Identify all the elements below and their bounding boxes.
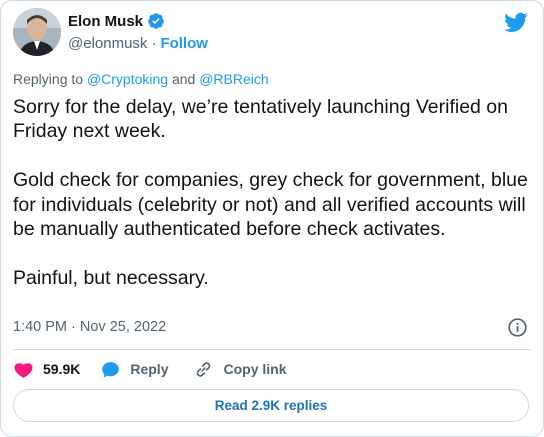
read-replies-label: Read 2.9K replies	[214, 398, 328, 413]
reply-label: Reply	[130, 361, 169, 377]
verified-badge-icon	[147, 12, 165, 30]
twitter-bird-icon[interactable]	[504, 10, 528, 34]
like-button[interactable]: 59.9K	[13, 359, 80, 380]
reply-button[interactable]: Reply	[100, 359, 168, 380]
tweet-paragraph: Gold check for companies, grey check for…	[13, 169, 528, 241]
handle-separator: ·	[151, 35, 157, 52]
tweet-card: Elon Musk @elonmusk · Follow Replying to…	[0, 0, 544, 437]
tweet-paragraph: Painful, but necessary.	[13, 266, 209, 289]
tweet-text: Sorry for the delay, we’re tentatively l…	[13, 95, 533, 290]
tweet-timestamp-link[interactable]: 1:40 PM · Nov 25, 2022	[13, 319, 166, 335]
link-icon	[197, 361, 211, 377]
tweet-paragraph: Sorry for the delay, we’re tentatively l…	[13, 96, 508, 143]
replying-joiner: and	[168, 71, 200, 87]
read-replies-button[interactable]: Read 2.9K replies	[13, 389, 529, 422]
replying-prefix: Replying to	[13, 71, 87, 87]
mention-cryptoking-link[interactable]: @Cryptoking	[87, 71, 168, 87]
mention-rbreich-link[interactable]: @RBReich	[199, 71, 268, 87]
author-handle[interactable]: @elonmusk	[68, 35, 147, 52]
info-icon[interactable]	[507, 317, 528, 338]
like-count: 59.9K	[43, 361, 81, 377]
copy-link-button[interactable]: Copy link	[193, 359, 287, 380]
follow-button[interactable]: Follow	[160, 35, 208, 52]
divider	[13, 349, 531, 350]
author-avatar[interactable]	[13, 8, 61, 56]
action-bar: 59.9K Reply Copy link	[13, 358, 287, 380]
copy-link-label: Copy link	[223, 361, 287, 377]
replying-to-line: Replying to @Cryptoking and @RBReich	[13, 71, 269, 87]
author-display-name[interactable]: Elon Musk	[68, 13, 143, 30]
heart-icon	[14, 362, 33, 378]
reply-bubble-icon	[102, 361, 120, 378]
